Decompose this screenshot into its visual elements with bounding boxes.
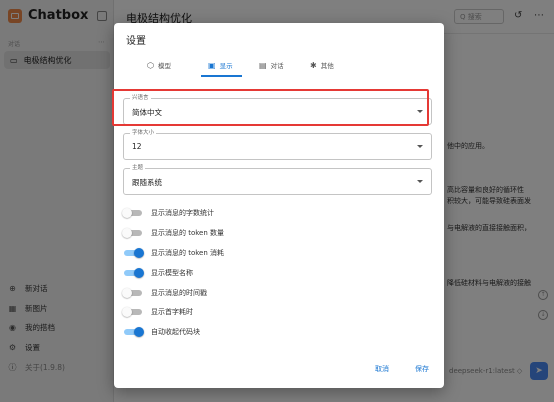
chevron-down-icon	[417, 145, 423, 148]
field-label: 主题	[130, 164, 146, 172]
cancel-button[interactable]: 取消	[375, 364, 389, 374]
display-icon: ▣	[208, 60, 216, 70]
settings-dialog: 设置 ⬡ 模型 ▣ 显示 ▤ 对话 ✱ 其他 兴语言 简体中文 字体大小 12 …	[114, 23, 444, 388]
tab-chat[interactable]: ▤ 对话	[259, 54, 284, 76]
toggle-row: 显示消息的字数统计	[122, 203, 224, 223]
toggle-row: 显示首字耗时	[122, 302, 224, 322]
tab-label: 对话	[270, 62, 284, 70]
toggle-switch[interactable]	[122, 327, 144, 338]
switch-knob	[122, 207, 132, 218]
toggle-switch[interactable]	[122, 227, 144, 238]
highlight-box	[112, 89, 429, 126]
toggle-label: 显示首字耗时	[151, 308, 193, 317]
switch-knob	[122, 227, 132, 238]
toggle-row: 显示模型名称	[122, 263, 224, 283]
dialog-title: 设置	[126, 36, 146, 47]
toggle-switch[interactable]	[122, 247, 144, 258]
toggle-switch[interactable]	[122, 267, 144, 278]
toggle-label: 显示模型名称	[151, 268, 193, 277]
toggle-label: 显示消息的时间戳	[151, 288, 207, 297]
switch-knob	[122, 287, 132, 298]
switch-knob	[134, 327, 144, 338]
tab-label: 显示	[219, 62, 233, 70]
toggle-row: 显示消息的 token 数量	[122, 223, 224, 243]
theme-select[interactable]: 主题 跟随系统	[123, 164, 432, 195]
switch-knob	[134, 267, 144, 278]
switch-knob	[122, 307, 132, 318]
font-size-select[interactable]: 字体大小 12	[123, 129, 432, 160]
field-value: 12	[132, 142, 142, 151]
tab-label: 其他	[320, 62, 334, 70]
tab-model[interactable]: ⬡ 模型	[147, 54, 171, 76]
chat-icon: ▤	[259, 60, 267, 70]
display-toggles: 显示消息的字数统计 显示消息的 token 数量 显示消息的 token 消耗 …	[122, 203, 224, 342]
toggle-switch[interactable]	[122, 307, 144, 318]
toggle-label: 显示消息的 token 数量	[151, 228, 225, 237]
toggle-label: 显示消息的字数统计	[151, 208, 214, 217]
settings-tabs: ⬡ 模型 ▣ 显示 ▤ 对话 ✱ 其他	[114, 54, 444, 77]
field-value: 跟随系统	[132, 178, 162, 187]
active-tab-indicator	[201, 75, 242, 77]
model-icon: ⬡	[147, 60, 154, 70]
toggle-switch[interactable]	[122, 287, 144, 298]
toggle-label: 自动收起代码块	[151, 328, 200, 337]
toggle-label: 显示消息的 token 消耗	[151, 248, 225, 257]
toggle-row: 显示消息的时间戳	[122, 283, 224, 303]
field-label: 字体大小	[130, 129, 157, 137]
tab-display[interactable]: ▣ 显示	[208, 54, 233, 76]
tab-label: 模型	[157, 62, 171, 70]
chevron-down-icon	[417, 180, 423, 183]
toggle-row: 显示消息的 token 消耗	[122, 243, 224, 263]
tab-other[interactable]: ✱ 其他	[310, 54, 334, 76]
other-icon: ✱	[310, 60, 317, 70]
save-button[interactable]: 保存	[415, 364, 429, 374]
switch-knob	[134, 247, 144, 258]
toggle-switch[interactable]	[122, 207, 144, 218]
toggle-row: 自动收起代码块	[122, 322, 224, 342]
